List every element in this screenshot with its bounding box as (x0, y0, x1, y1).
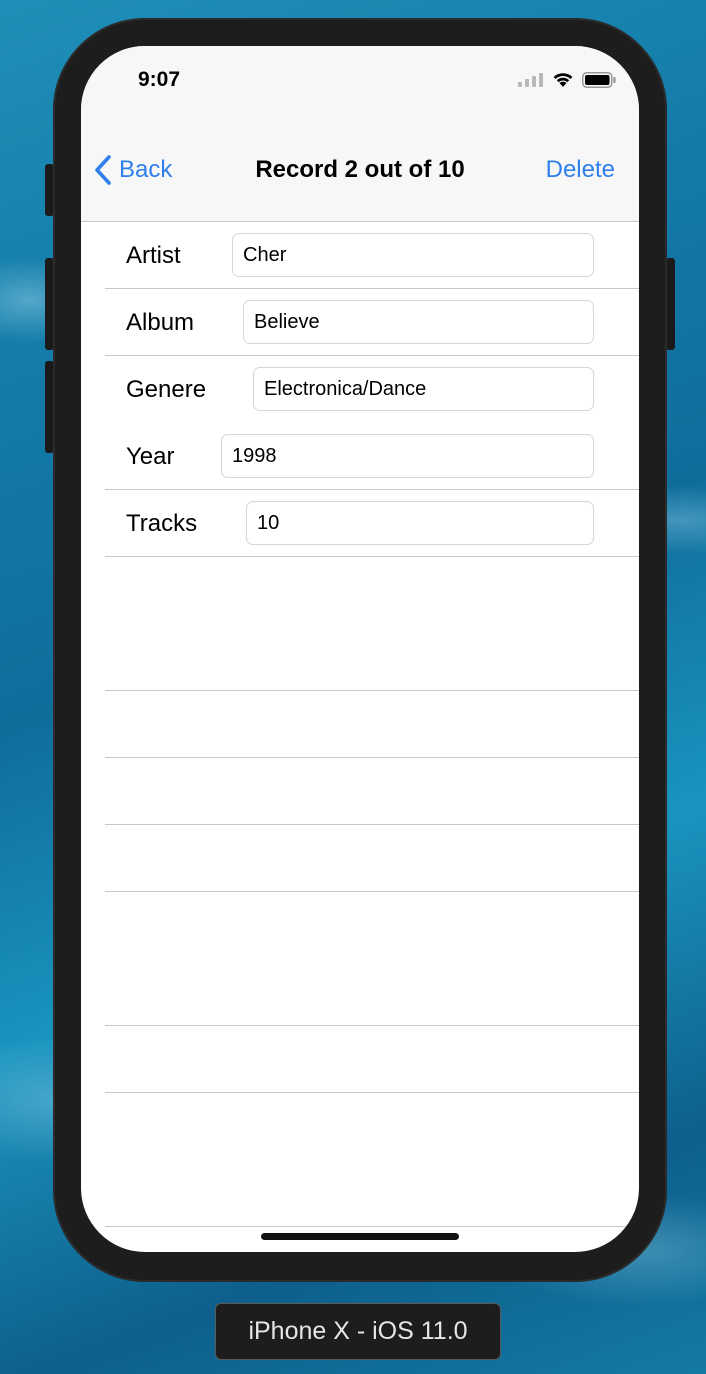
genre-label: Genere (126, 376, 207, 403)
back-label: Back (119, 156, 173, 183)
delete-button[interactable]: Delete (546, 134, 615, 206)
wifi-icon (553, 73, 573, 87)
artist-row: Artist (81, 222, 639, 289)
empty-row-divider (105, 891, 639, 892)
status-bar: 9:07 (81, 46, 639, 134)
app-screen: 9:07 Back Record 2 out of 10 Delete Arti… (81, 46, 639, 1252)
row-divider (105, 556, 639, 557)
artist-field[interactable] (232, 233, 594, 277)
year-label: Year (126, 443, 175, 470)
empty-row-divider (105, 1025, 639, 1026)
genre-row: Genere (81, 356, 639, 423)
battery-icon (582, 72, 616, 88)
album-label: Album (126, 309, 195, 336)
back-button[interactable]: Back (93, 134, 172, 206)
tracks-field[interactable] (246, 501, 594, 545)
year-row: Year (81, 423, 639, 490)
device-caption: iPhone X - iOS 11.0 (215, 1303, 501, 1360)
empty-row-divider (105, 1226, 639, 1227)
album-field[interactable] (243, 300, 594, 344)
tracks-label: Tracks (126, 510, 198, 537)
empty-row-divider (105, 1092, 639, 1093)
empty-row-divider (105, 824, 639, 825)
signal-icon (518, 73, 543, 87)
tracks-row: Tracks (81, 490, 639, 557)
chevron-left-icon (95, 155, 111, 185)
power-button (666, 258, 675, 350)
empty-row-divider (105, 690, 639, 691)
status-time: 9:07 (137, 68, 181, 91)
home-indicator[interactable] (261, 1233, 459, 1240)
navigation-bar: Back Record 2 out of 10 Delete (81, 134, 639, 222)
empty-row-divider (105, 757, 639, 758)
artist-label: Artist (126, 242, 181, 269)
genre-field[interactable] (253, 367, 594, 411)
album-row: Album (81, 289, 639, 356)
year-field[interactable] (221, 434, 594, 478)
page-title: Record 2 out of 10 (255, 156, 465, 183)
